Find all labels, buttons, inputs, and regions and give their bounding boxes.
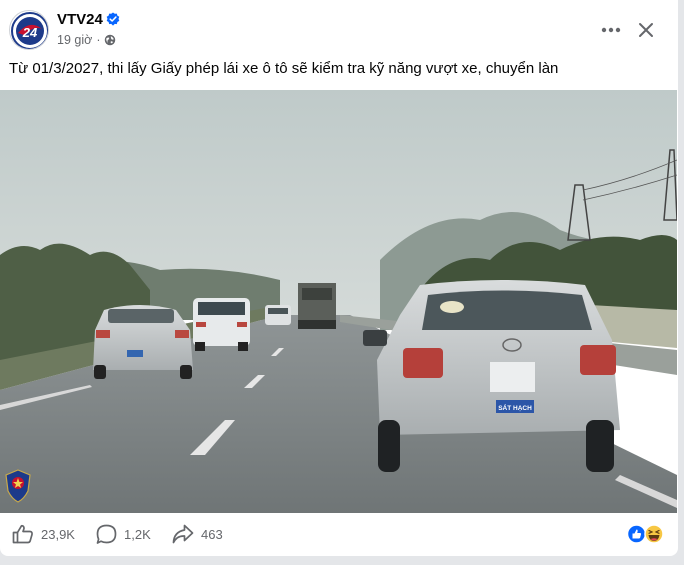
comment-button[interactable]: 1,2K [96,523,151,545]
reaction-icons [626,524,664,544]
post-caption: Từ 01/3/2027, thi lấy Giấy phép lái xe ô… [9,60,559,77]
page-name[interactable]: VTV24 [57,11,103,28]
post-meta: 19 giờ · [57,33,116,47]
thumbs-up-icon [12,524,33,544]
post-card: 24 VTV24 19 giờ · Từ 01/3/2027, thi lấy … [0,0,678,556]
like-count: 23,9K [41,526,75,542]
page-avatar[interactable]: 24 [9,10,49,50]
share-button[interactable]: 463 [172,523,223,545]
reaction-summary[interactable] [626,524,667,544]
globe-icon[interactable] [104,34,116,46]
post-time[interactable]: 19 giờ [57,33,92,47]
post-actions-bar: 23,9K 1,2K 463 [0,513,678,556]
post-header: 24 VTV24 19 giờ · [0,0,678,58]
police-emblem-watermark [5,469,31,503]
more-options-button[interactable] [594,13,628,47]
meta-separator: · [96,33,101,47]
more-horizontal-icon [601,27,621,33]
training-plate-label: SÁT HẠCH [498,403,532,412]
close-icon [639,23,653,37]
like-reaction-icon [626,524,647,544]
avatar-text: 24 [22,25,38,40]
like-button[interactable]: 23,9K [12,523,75,545]
highway-scene-image: SÁT HẠCH [0,90,677,513]
close-button[interactable] [629,13,663,47]
verified-badge-icon [106,12,120,26]
comment-bubble-icon [96,524,117,544]
comment-count: 1,2K [124,526,151,542]
share-count: 463 [201,526,223,542]
post-photo[interactable]: SÁT HẠCH [0,90,677,513]
share-arrow-icon [172,524,194,544]
haha-reaction-icon [644,524,664,544]
vtv24-logo: 24 [11,12,48,49]
